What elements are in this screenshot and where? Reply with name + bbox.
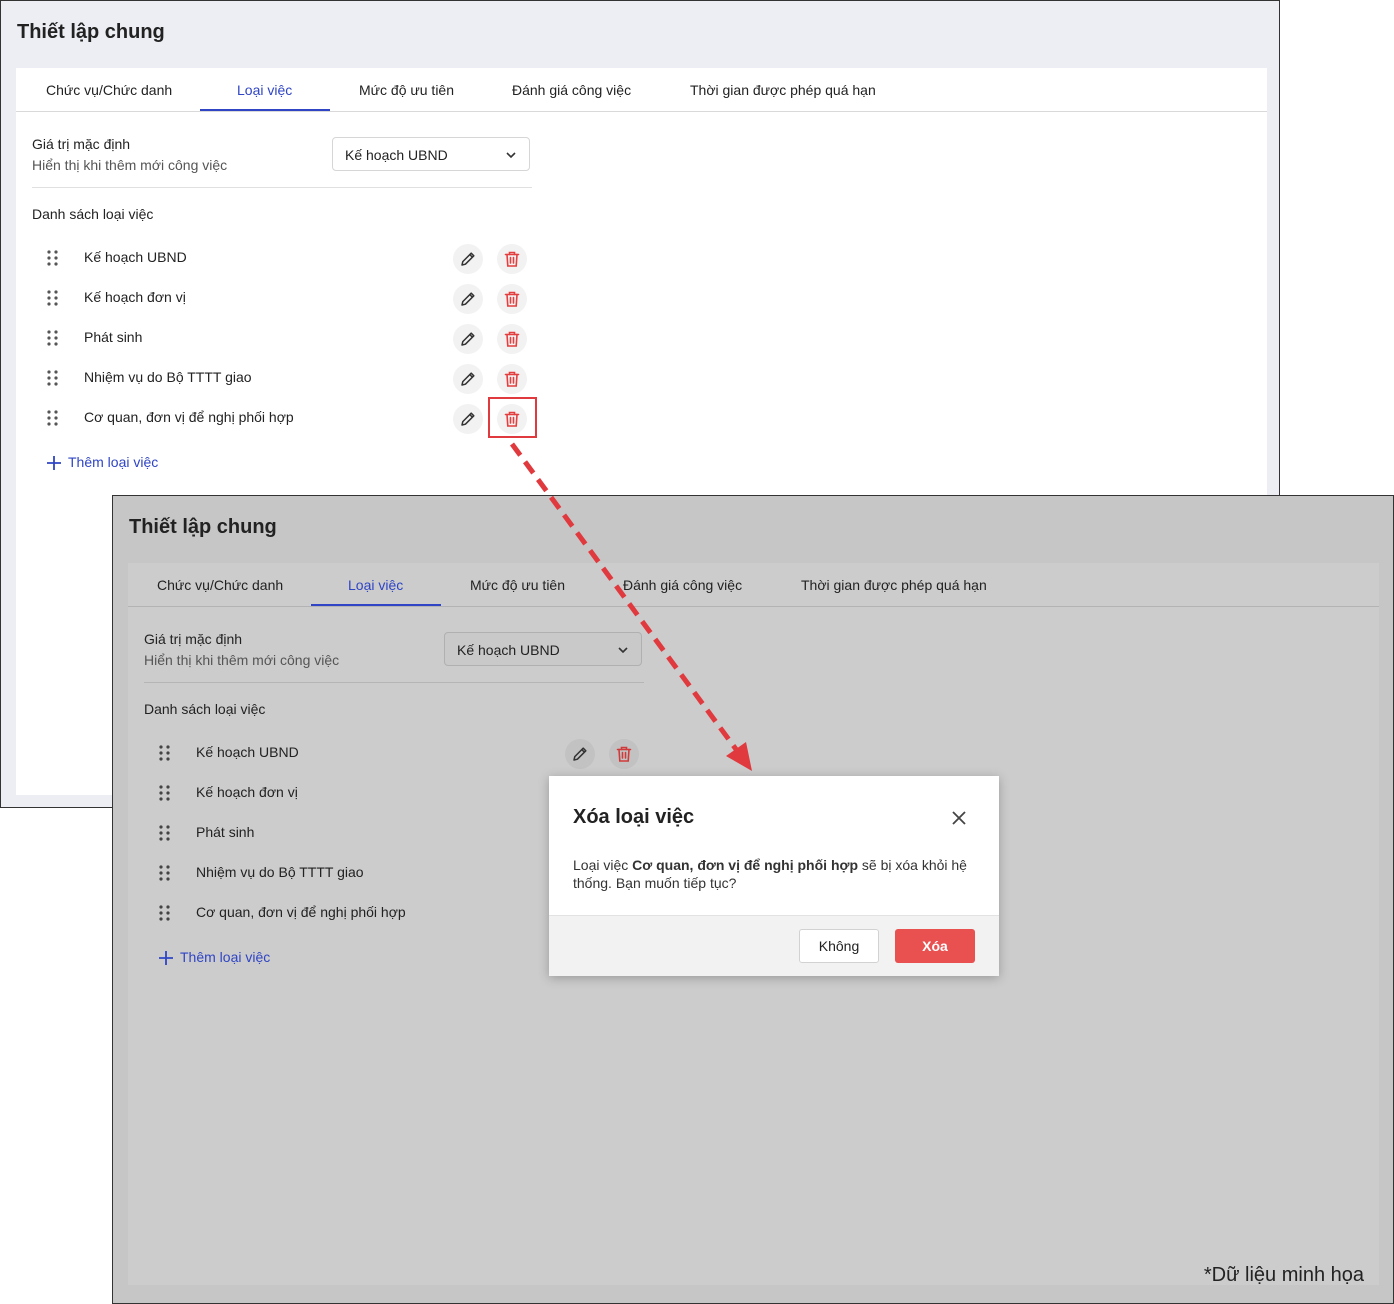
confirm-delete-button[interactable]: Xóa	[895, 929, 975, 963]
delete-confirm-dialog: Xóa loại việc Loại việc Cơ quan, đơn vị …	[549, 776, 999, 976]
dialog-message-prefix: Loại việc	[573, 857, 633, 873]
dialog-title: Xóa loại việc	[573, 806, 695, 828]
dialog-footer: Không Xóa	[549, 915, 999, 976]
cancel-button[interactable]: Không	[799, 929, 879, 963]
dashed-arrow	[509, 442, 752, 771]
dialog-message: Loại việc Cơ quan, đơn vị để nghị phối h…	[573, 856, 973, 892]
dialog-message-item: Cơ quan, đơn vị để nghị phối hợp	[632, 857, 858, 873]
close-icon[interactable]	[951, 810, 967, 826]
illustration-note: *Dữ liệu minh họa	[1203, 1264, 1364, 1286]
